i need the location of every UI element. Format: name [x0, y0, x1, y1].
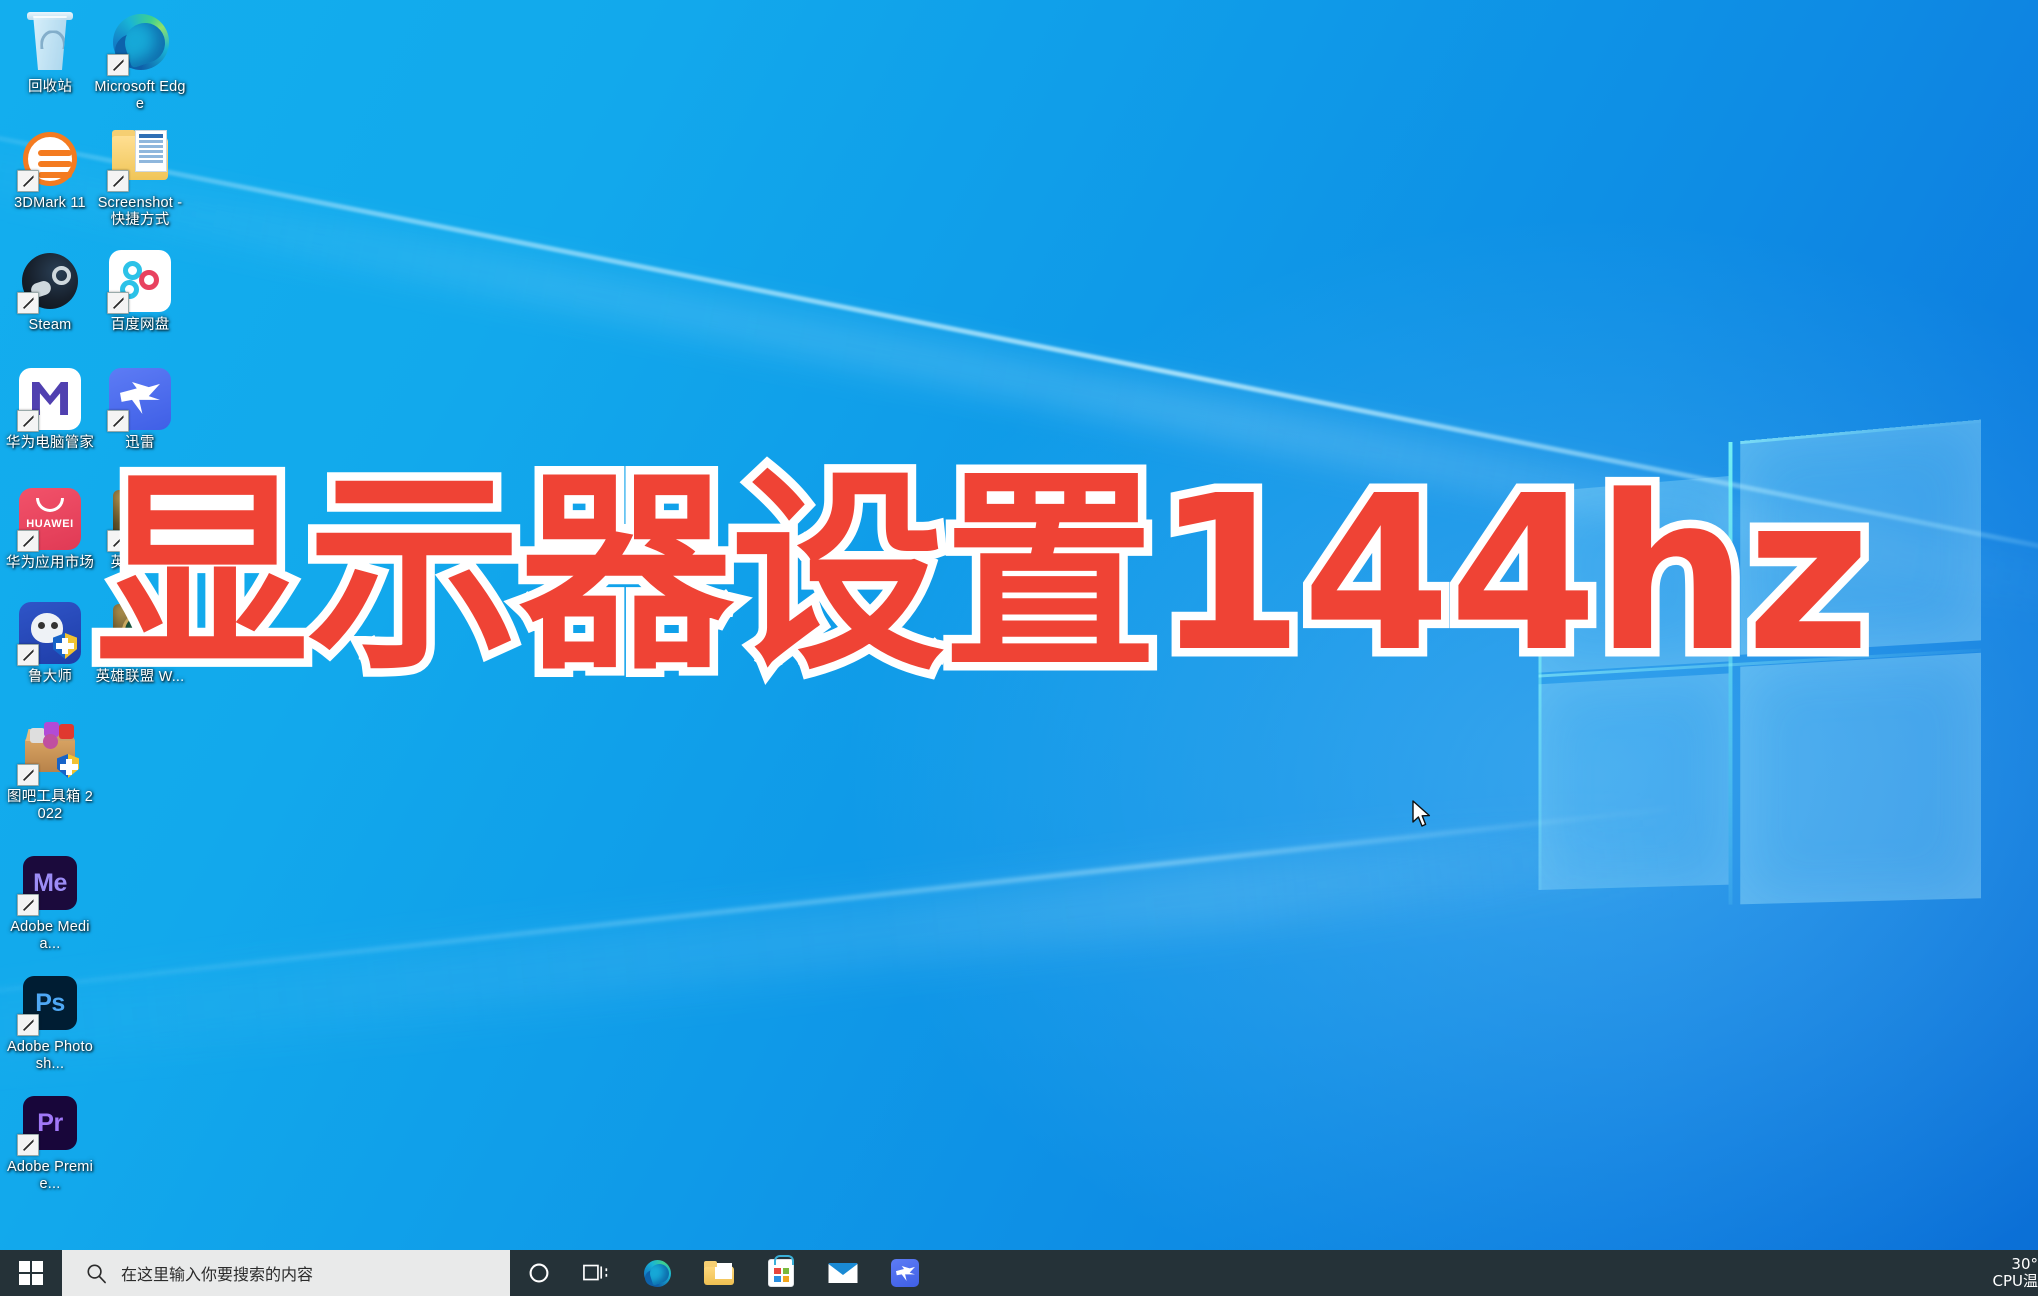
folder-icon [107, 128, 171, 192]
desktop-icon-label: 图吧工具箱 2022 [7, 789, 93, 822]
xunlei-icon [891, 1259, 919, 1287]
desktop-icon-label: 百度网盘 [110, 317, 170, 333]
shortcut-arrow-icon [17, 644, 39, 666]
shortcut-arrow-icon [17, 894, 39, 916]
taskbar-edge-button[interactable] [626, 1250, 688, 1296]
desktop-icon-xunlei[interactable]: 迅雷 [94, 368, 186, 452]
shortcut-arrow-icon [17, 170, 39, 192]
mouse-cursor [1412, 800, 1431, 827]
shortcut-arrow-icon [17, 764, 39, 786]
shortcut-arrow-icon [17, 1134, 39, 1156]
microsoft-store-icon [768, 1255, 794, 1287]
huawei-pc-manager-icon [17, 368, 81, 432]
desktop-icon-huawei-appgallery[interactable]: HUAWEI 华为应用市场 [4, 488, 96, 572]
huawei-appgallery-icon: HUAWEI [17, 488, 81, 552]
desktop-icon-label: Screenshot - 快捷方式 [97, 195, 183, 228]
temperature-value: 30° [2011, 1256, 2038, 1273]
desktop-icon-steam[interactable]: Steam [4, 250, 96, 334]
taskbar-file-explorer-button[interactable] [688, 1250, 750, 1296]
taskbar-microsoft-store-button[interactable] [750, 1250, 812, 1296]
desktop-icon-microsoft-edge[interactable]: Microsoft Edge [94, 12, 186, 112]
desktop-icon-adobe-premiere[interactable]: Pr Adobe Premie... [4, 1092, 96, 1192]
adobe-media-encoder-icon: Me [17, 852, 81, 916]
xunlei-icon [107, 368, 171, 432]
cortana-circle-icon [529, 1263, 549, 1283]
desktop-icon-adobe-photoshop[interactable]: Ps Adobe Photosh... [4, 972, 96, 1072]
shortcut-arrow-icon [107, 410, 129, 432]
adobe-photoshop-icon: Ps [17, 972, 81, 1036]
shortcut-arrow-icon [107, 54, 129, 76]
start-button[interactable] [0, 1250, 62, 1296]
3dmark-icon [17, 128, 81, 192]
cpu-temperature-widget[interactable]: 30° CPU温 [1964, 1256, 2038, 1290]
task-view-icon [583, 1264, 608, 1281]
shortcut-arrow-icon [107, 292, 129, 314]
baidu-netdisk-icon [107, 250, 171, 314]
shortcut-arrow-icon [17, 292, 39, 314]
tuba-toolbox-icon [17, 722, 81, 786]
windows-start-icon [19, 1261, 43, 1285]
mail-icon [828, 1263, 858, 1283]
shortcut-arrow-icon [17, 1014, 39, 1036]
cpu-temp-label: CPU温 [1992, 1272, 2038, 1290]
search-input[interactable]: 在这里输入你要搜索的内容 [62, 1250, 510, 1296]
desktop-icon-3dmark[interactable]: 3DMark 11 [4, 128, 96, 212]
desktop-icon-baidu-netdisk[interactable]: 百度网盘 [94, 250, 186, 334]
shortcut-arrow-icon [17, 530, 39, 552]
adobe-premiere-icon: Pr [17, 1092, 81, 1156]
desktop-icon-recycle-bin[interactable]: 回收站 [4, 12, 96, 96]
desktop-icon-label: Microsoft Edge [94, 79, 186, 112]
desktop-icon-tuba-toolbox[interactable]: 图吧工具箱 2022 [4, 722, 96, 822]
desktop-icon-label: Adobe Photosh... [6, 1039, 94, 1072]
folder-icon [704, 1261, 734, 1285]
desktop-icon-screenshot-folder[interactable]: Screenshot - 快捷方式 [94, 128, 186, 228]
task-view-button[interactable] [568, 1250, 626, 1296]
ludashi-icon [17, 602, 81, 666]
video-overlay-title: 显示器设置144hz [87, 446, 1880, 703]
microsoft-edge-icon [107, 12, 171, 76]
desktop-icon-label: Steam [28, 317, 72, 333]
recycle-bin-icon [19, 12, 81, 74]
taskbar-mail-button[interactable] [812, 1250, 874, 1296]
search-placeholder-text: 在这里输入你要搜索的内容 [121, 1265, 314, 1284]
shortcut-arrow-icon [17, 410, 39, 432]
shortcut-arrow-icon [107, 170, 129, 192]
cortana-button[interactable] [510, 1250, 568, 1296]
desktop-icon-ludashi[interactable]: 鲁大师 [4, 602, 96, 686]
desktop-icon-label: 鲁大师 [27, 669, 73, 685]
search-icon [87, 1263, 106, 1283]
microsoft-edge-icon [643, 1259, 671, 1287]
system-tray[interactable]: 30° CPU温 [1964, 1250, 2038, 1296]
desktop-icon-label: Adobe Premie... [6, 1159, 94, 1192]
steam-icon [17, 250, 81, 314]
desktop-icon-label: Adobe Media... [10, 919, 90, 952]
taskbar-xunlei-button[interactable] [874, 1250, 936, 1296]
desktop-icon-label: 华为应用市场 [5, 555, 95, 571]
desktop-icon-label: 华为电脑管家 [5, 435, 95, 451]
desktop-icon-huawei-pc-manager[interactable]: 华为电脑管家 [4, 368, 96, 452]
desktop-icon-label: 3DMark 11 [14, 195, 86, 211]
taskbar: 在这里输入你要搜索的内容 30° CPU温 [0, 1250, 2038, 1296]
desktop-icon-adobe-media-encoder[interactable]: Me Adobe Media... [4, 852, 96, 952]
desktop-icon-label: 回收站 [27, 79, 73, 95]
